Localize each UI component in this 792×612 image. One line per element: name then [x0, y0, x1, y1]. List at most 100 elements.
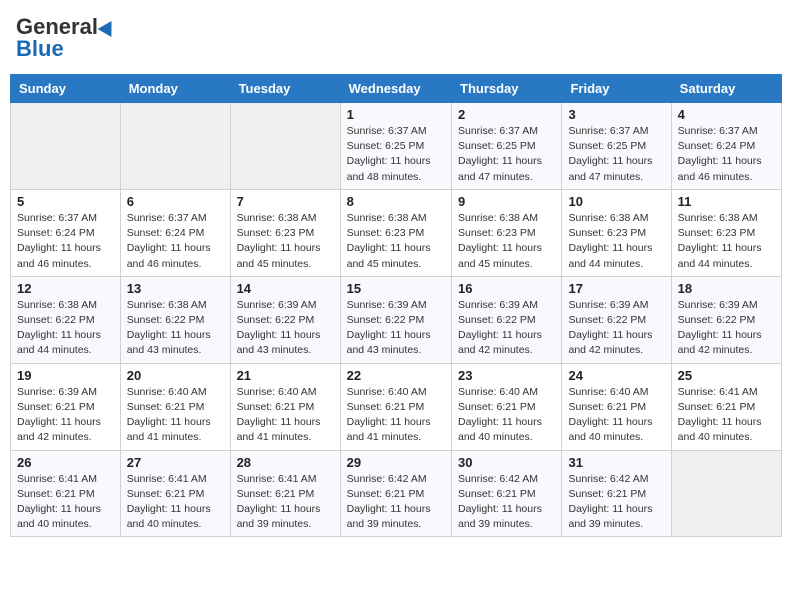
day-info: Sunrise: 6:39 AM Sunset: 6:22 PM Dayligh…	[458, 298, 555, 359]
day-info: Sunrise: 6:42 AM Sunset: 6:21 PM Dayligh…	[458, 472, 555, 533]
day-number: 15	[347, 281, 445, 296]
calendar-cell: 16Sunrise: 6:39 AM Sunset: 6:22 PM Dayli…	[452, 276, 562, 363]
day-info: Sunrise: 6:40 AM Sunset: 6:21 PM Dayligh…	[458, 385, 555, 446]
calendar-cell: 23 Sunrise: 6:40 AM Sunset: 6:21 PM Dayli…	[452, 363, 562, 450]
day-info: Sunrise: 6:37 AM Sunset: 6:24 PM Dayligh…	[127, 211, 224, 272]
day-number: 22	[347, 368, 445, 383]
calendar-week-2: 5Sunrise: 6:37 AM Sunset: 6:24 PM Daylig…	[11, 189, 782, 276]
day-number: 11	[678, 194, 775, 209]
day-number: 25	[678, 368, 775, 383]
weekday-header-friday: Friday	[562, 75, 671, 103]
day-number: 24	[568, 368, 664, 383]
day-info: Sunrise: 6:37 AM Sunset: 6:25 PM Dayligh…	[458, 124, 555, 185]
logo-triangle-icon	[98, 17, 119, 37]
day-info: Sunrise: 6:40 AM Sunset: 6:21 PM Dayligh…	[127, 385, 224, 446]
day-info: Sunrise: 6:40 AM Sunset: 6:21 PM Dayligh…	[237, 385, 334, 446]
calendar-cell: 4 Sunrise: 6:37 AM Sunset: 6:24 PM Daylig…	[671, 103, 781, 190]
day-number: 13	[127, 281, 224, 296]
calendar-cell: 5Sunrise: 6:37 AM Sunset: 6:24 PM Daylig…	[11, 189, 121, 276]
weekday-header-monday: Monday	[120, 75, 230, 103]
day-info: Sunrise: 6:41 AM Sunset: 6:21 PM Dayligh…	[678, 385, 775, 446]
day-info: Sunrise: 6:38 AM Sunset: 6:23 PM Dayligh…	[458, 211, 555, 272]
day-number: 30	[458, 455, 555, 470]
day-number: 23	[458, 368, 555, 383]
calendar-cell	[11, 103, 121, 190]
day-info: Sunrise: 6:37 AM Sunset: 6:25 PM Dayligh…	[568, 124, 664, 185]
day-number: 26	[17, 455, 114, 470]
calendar-cell: 19 Sunrise: 6:39 AM Sunset: 6:21 PM Dayli…	[11, 363, 121, 450]
calendar-cell: 1 Sunrise: 6:37 AM Sunset: 6:25 PM Daylig…	[340, 103, 451, 190]
day-info: Sunrise: 6:38 AM Sunset: 6:23 PM Dayligh…	[568, 211, 664, 272]
day-info: Sunrise: 6:42 AM Sunset: 6:21 PM Dayligh…	[568, 472, 664, 533]
logo: General Blue	[16, 14, 116, 62]
day-info: Sunrise: 6:39 AM Sunset: 6:22 PM Dayligh…	[678, 298, 775, 359]
calendar-cell: 9Sunrise: 6:38 AM Sunset: 6:23 PM Daylig…	[452, 189, 562, 276]
calendar-cell: 20Sunrise: 6:40 AM Sunset: 6:21 PM Dayli…	[120, 363, 230, 450]
day-info: Sunrise: 6:38 AM Sunset: 6:23 PM Dayligh…	[347, 211, 445, 272]
calendar-cell: 27 Sunrise: 6:41 AM Sunset: 6:21 PM Dayli…	[120, 450, 230, 537]
weekday-header-wednesday: Wednesday	[340, 75, 451, 103]
calendar-cell: 18 Sunrise: 6:39 AM Sunset: 6:22 PM Dayli…	[671, 276, 781, 363]
day-info: Sunrise: 6:38 AM Sunset: 6:23 PM Dayligh…	[678, 211, 775, 272]
day-info: Sunrise: 6:39 AM Sunset: 6:21 PM Dayligh…	[17, 385, 114, 446]
day-info: Sunrise: 6:38 AM Sunset: 6:22 PM Dayligh…	[17, 298, 114, 359]
day-info: Sunrise: 6:39 AM Sunset: 6:22 PM Dayligh…	[568, 298, 664, 359]
day-number: 2	[458, 107, 555, 122]
calendar-cell: 14 Sunrise: 6:39 AM Sunset: 6:22 PM Dayli…	[230, 276, 340, 363]
calendar-cell: 21Sunrise: 6:40 AM Sunset: 6:21 PM Dayli…	[230, 363, 340, 450]
weekday-header-saturday: Saturday	[671, 75, 781, 103]
calendar-week-1: 1 Sunrise: 6:37 AM Sunset: 6:25 PM Daylig…	[11, 103, 782, 190]
day-info: Sunrise: 6:39 AM Sunset: 6:22 PM Dayligh…	[347, 298, 445, 359]
day-info: Sunrise: 6:37 AM Sunset: 6:24 PM Dayligh…	[678, 124, 775, 185]
calendar-cell: 8 Sunrise: 6:38 AM Sunset: 6:23 PM Daylig…	[340, 189, 451, 276]
calendar-cell: 6 Sunrise: 6:37 AM Sunset: 6:24 PM Daylig…	[120, 189, 230, 276]
calendar-cell: 17 Sunrise: 6:39 AM Sunset: 6:22 PM Dayli…	[562, 276, 671, 363]
day-number: 14	[237, 281, 334, 296]
day-number: 27	[127, 455, 224, 470]
day-number: 29	[347, 455, 445, 470]
calendar-cell: 30 Sunrise: 6:42 AM Sunset: 6:21 PM Dayli…	[452, 450, 562, 537]
day-number: 17	[568, 281, 664, 296]
day-info: Sunrise: 6:37 AM Sunset: 6:24 PM Dayligh…	[17, 211, 114, 272]
calendar-cell: 2 Sunrise: 6:37 AM Sunset: 6:25 PM Daylig…	[452, 103, 562, 190]
day-number: 4	[678, 107, 775, 122]
day-number: 8	[347, 194, 445, 209]
day-number: 12	[17, 281, 114, 296]
day-info: Sunrise: 6:40 AM Sunset: 6:21 PM Dayligh…	[568, 385, 664, 446]
calendar-cell	[671, 450, 781, 537]
logo-blue-text: Blue	[16, 36, 64, 62]
day-info: Sunrise: 6:42 AM Sunset: 6:21 PM Dayligh…	[347, 472, 445, 533]
weekday-header-sunday: Sunday	[11, 75, 121, 103]
day-number: 3	[568, 107, 664, 122]
calendar-cell: 10 Sunrise: 6:38 AM Sunset: 6:23 PM Dayli…	[562, 189, 671, 276]
calendar-cell: 15 Sunrise: 6:39 AM Sunset: 6:22 PM Dayli…	[340, 276, 451, 363]
calendar-cell: 25 Sunrise: 6:41 AM Sunset: 6:21 PM Dayli…	[671, 363, 781, 450]
calendar-table: SundayMondayTuesdayWednesdayThursdayFrid…	[10, 74, 782, 537]
calendar-cell: 13 Sunrise: 6:38 AM Sunset: 6:22 PM Dayli…	[120, 276, 230, 363]
calendar-cell: 11 Sunrise: 6:38 AM Sunset: 6:23 PM Dayli…	[671, 189, 781, 276]
day-number: 18	[678, 281, 775, 296]
calendar-cell: 24 Sunrise: 6:40 AM Sunset: 6:21 PM Dayli…	[562, 363, 671, 450]
day-number: 6	[127, 194, 224, 209]
calendar-cell	[120, 103, 230, 190]
day-number: 19	[17, 368, 114, 383]
day-info: Sunrise: 6:40 AM Sunset: 6:21 PM Dayligh…	[347, 385, 445, 446]
day-number: 1	[347, 107, 445, 122]
day-info: Sunrise: 6:37 AM Sunset: 6:25 PM Dayligh…	[347, 124, 445, 185]
weekday-header-thursday: Thursday	[452, 75, 562, 103]
day-info: Sunrise: 6:38 AM Sunset: 6:22 PM Dayligh…	[127, 298, 224, 359]
calendar-cell: 3 Sunrise: 6:37 AM Sunset: 6:25 PM Daylig…	[562, 103, 671, 190]
day-info: Sunrise: 6:41 AM Sunset: 6:21 PM Dayligh…	[127, 472, 224, 533]
day-number: 10	[568, 194, 664, 209]
day-number: 31	[568, 455, 664, 470]
calendar-header: SundayMondayTuesdayWednesdayThursdayFrid…	[11, 75, 782, 103]
day-info: Sunrise: 6:41 AM Sunset: 6:21 PM Dayligh…	[237, 472, 334, 533]
calendar-cell: 29 Sunrise: 6:42 AM Sunset: 6:21 PM Dayli…	[340, 450, 451, 537]
day-info: Sunrise: 6:39 AM Sunset: 6:22 PM Dayligh…	[237, 298, 334, 359]
calendar-week-3: 12 Sunrise: 6:38 AM Sunset: 6:22 PM Dayli…	[11, 276, 782, 363]
calendar-cell: 26Sunrise: 6:41 AM Sunset: 6:21 PM Dayli…	[11, 450, 121, 537]
day-number: 28	[237, 455, 334, 470]
calendar-week-5: 26 Sunrise: 6:41 AM Sunset: 6:21 PM Dayli…	[11, 450, 782, 537]
calendar-cell: 22 Sunrise: 6:40 AM Sunset: 6:21 PM Dayli…	[340, 363, 451, 450]
weekday-header-row: SundayMondayTuesdayWednesdayThursdayFrid…	[11, 75, 782, 103]
